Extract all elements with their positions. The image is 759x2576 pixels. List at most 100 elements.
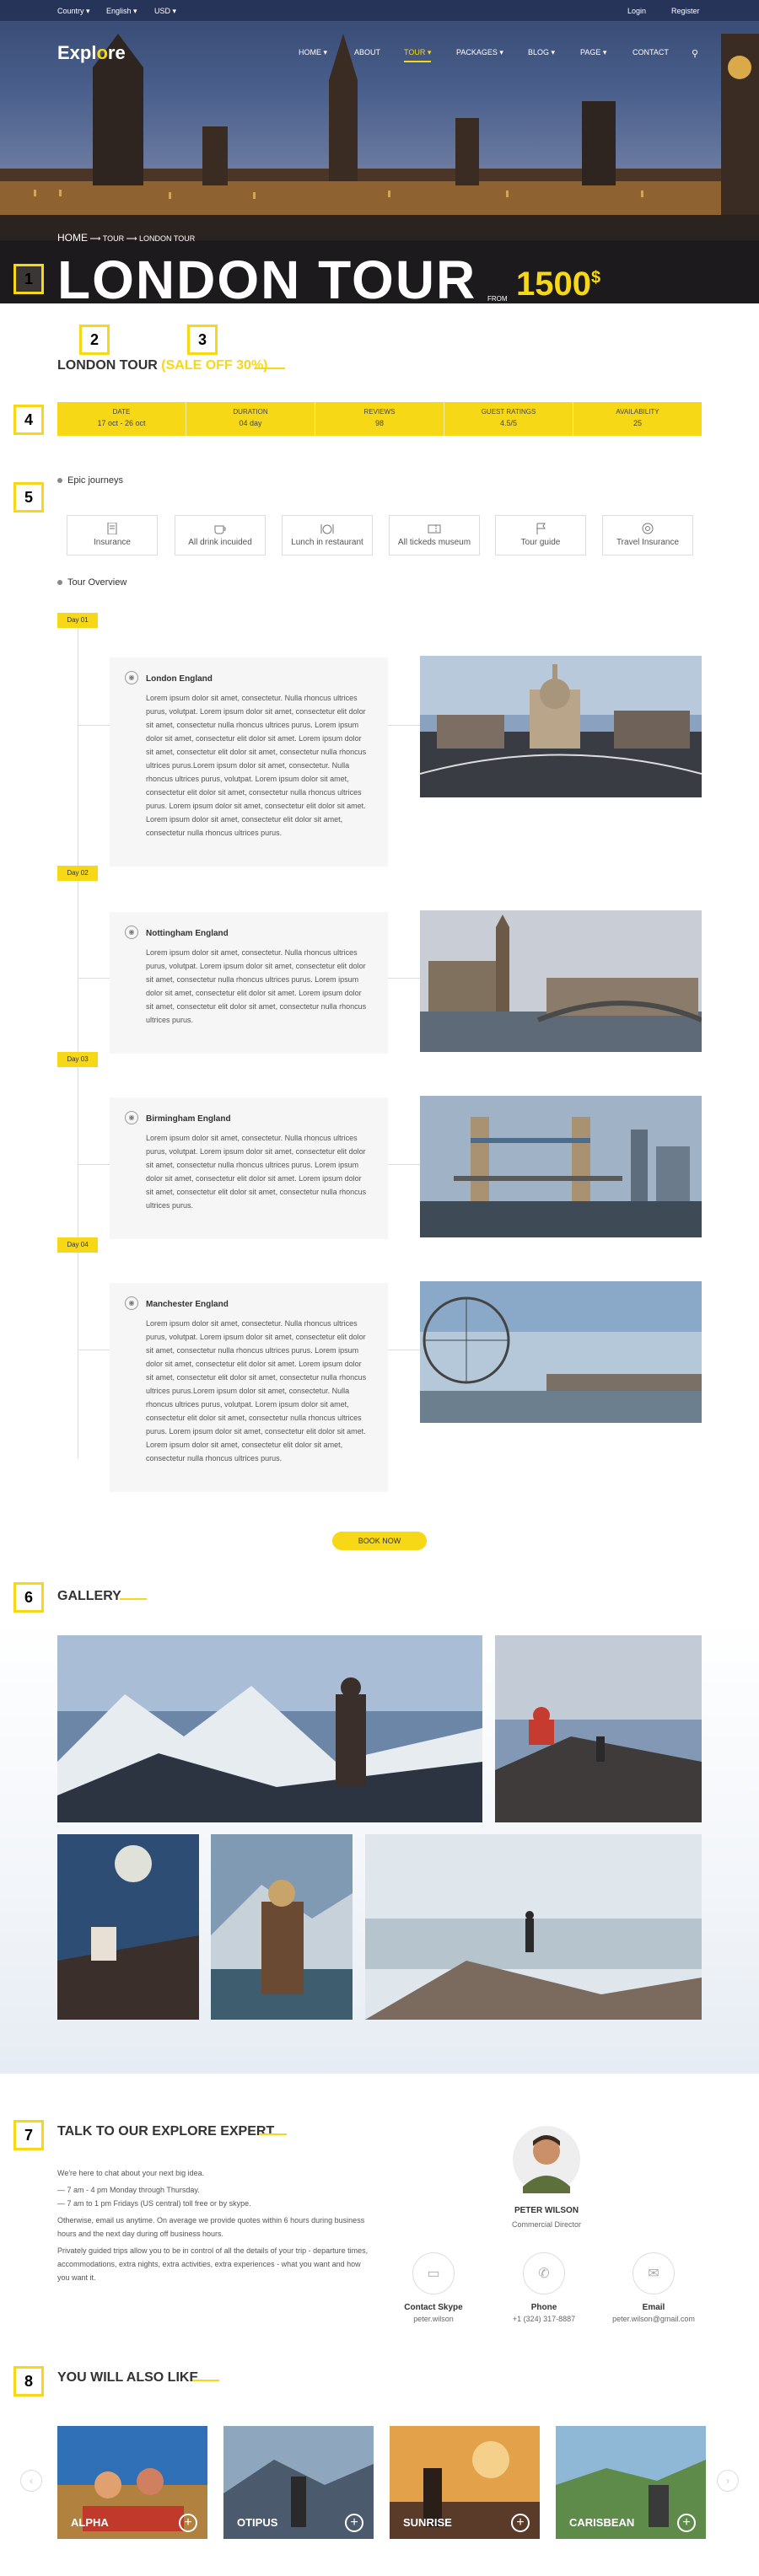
avatar — [513, 2126, 580, 2193]
related-tour-card[interactable]: SUNRISE + — [390, 2426, 540, 2539]
day-badge: Day 03 — [57, 1052, 98, 1067]
title-underline — [192, 2380, 219, 2381]
expert-text: — 7 am - 4 pm Monday through Thursday. — [57, 2186, 200, 2194]
include-museum: All tickeds museum — [389, 515, 480, 555]
include-drinks: All drink incuided — [175, 515, 266, 555]
plus-icon[interactable]: + — [511, 2514, 530, 2532]
email-icon[interactable]: ✉ — [632, 2252, 675, 2294]
day-badge: Day 04 — [57, 1237, 98, 1253]
day-title: Birmingham England — [146, 1114, 231, 1124]
lifebuoy-icon — [642, 523, 654, 534]
annotation-marker-4: 4 — [13, 405, 44, 435]
gallery-title: GALLERY — [57, 1589, 121, 1603]
related-tour-card[interactable]: OTIPUS + — [223, 2426, 374, 2539]
breadcrumb-current: LONDON TOUR — [139, 234, 196, 243]
expert-role: Commercial Director — [511, 2220, 581, 2229]
cup-icon — [214, 525, 226, 534]
nav-blog[interactable]: BLOG ▾ — [528, 48, 555, 57]
day-photo — [420, 656, 702, 797]
location-pin-icon: ◉ — [125, 926, 138, 939]
gallery-image[interactable] — [57, 1635, 482, 1822]
info-date: DATE 17 oct - 26 oct — [57, 402, 186, 436]
day-badge: Day 02 — [57, 866, 98, 881]
arrow-right-icon: ⟶ — [89, 234, 103, 243]
timeline-connector — [388, 978, 420, 979]
timeline-connector — [78, 1164, 110, 1165]
day-description: Lorem ipsum dolor sit amet, consectetur.… — [146, 1134, 367, 1210]
ticket-icon — [428, 524, 441, 534]
related-tour-card[interactable]: ALPHA + — [57, 2426, 207, 2539]
location-pin-icon: ◉ — [125, 1111, 138, 1124]
email-label: Email — [642, 2303, 665, 2312]
gallery-image[interactable] — [495, 1635, 702, 1822]
nav-packages[interactable]: PACKAGES ▾ — [456, 48, 503, 57]
plus-icon[interactable]: + — [345, 2514, 363, 2532]
expert-text: — 7 am to 1 pm Fridays (US central) toll… — [57, 2199, 251, 2208]
timeline-connector — [388, 1164, 420, 1165]
breadcrumb-home[interactable]: HOME — [57, 232, 88, 244]
tour-info-bar: DATE 17 oct - 26 oct DURATION 04 day REVIE… — [57, 402, 702, 436]
info-reviews: REVIEWS 98 — [315, 402, 444, 436]
nav-home[interactable]: HOME ▾ — [299, 48, 327, 57]
hero-banner: Country ▾ English ▾ USD ▾ Login Register… — [0, 0, 759, 303]
skype-value[interactable]: peter.wilson — [383, 2315, 484, 2323]
gallery-image[interactable] — [211, 1834, 353, 2020]
country-select[interactable]: Country ▾ — [57, 7, 90, 16]
language-select[interactable]: English ▾ — [106, 7, 137, 16]
day-title: London England — [146, 674, 213, 684]
nav-tour[interactable]: TOUR ▾ — [404, 48, 432, 62]
info-availability: AVAILABILITY 25 — [616, 408, 659, 427]
day-photo — [420, 910, 702, 1052]
gallery-image[interactable] — [365, 1834, 702, 2020]
day-title: Nottingham England — [146, 929, 229, 938]
timeline-connector — [78, 725, 110, 726]
nav-page[interactable]: PAGE ▾ — [580, 48, 606, 57]
day-card: ◉ Manchester England Lorem ipsum dolor s… — [110, 1283, 388, 1492]
currency-select[interactable]: USD ▾ — [154, 7, 176, 16]
related-tour-card[interactable]: CARISBEAN + — [556, 2426, 706, 2539]
also-like-title: YOU WILL ALSO LIKE — [57, 2370, 199, 2385]
expert-name: PETER WILSON — [514, 2206, 579, 2215]
carousel-next-arrow[interactable]: › — [717, 2470, 739, 2492]
nav-about[interactable]: ABOUT — [354, 48, 380, 56]
tour-card-name: ALPHA — [71, 2516, 109, 2529]
page-title: LONDON TOUR — [57, 250, 477, 303]
register-link[interactable]: Register — [671, 7, 700, 15]
day-description: Lorem ipsum dolor sit amet, consectetur.… — [146, 694, 367, 837]
arrow-right-icon: ⟶ — [126, 234, 140, 243]
carousel-prev-arrow[interactable]: ‹ — [20, 2470, 42, 2492]
skype-icon[interactable]: ▭ — [412, 2252, 455, 2294]
sale-badge: (SALE OFF 30%) — [161, 358, 268, 373]
info-ratings: GUEST RATINGS 4.5/5 — [444, 402, 573, 436]
title-underline — [260, 2133, 287, 2135]
login-link[interactable]: Login — [627, 7, 646, 15]
expert-text: We're here to chat about your next big i… — [57, 2169, 205, 2177]
location-pin-icon: ◉ — [125, 1296, 138, 1310]
annotation-marker-8: 8 — [13, 2366, 44, 2396]
gallery-image[interactable] — [57, 1834, 199, 2020]
book-now-button[interactable]: BOOK NOW — [332, 1532, 427, 1550]
title-underline — [120, 1598, 147, 1600]
plus-icon[interactable]: + — [179, 2514, 197, 2532]
day-description: Lorem ipsum dolor sit amet, consectetur.… — [146, 948, 367, 1024]
day-photo — [420, 1281, 702, 1423]
day-photo — [420, 1096, 702, 1237]
annotation-marker-5: 5 — [13, 482, 44, 513]
tour-overview-heading: Tour Overview — [57, 577, 126, 588]
price-value: 1500$ — [516, 266, 601, 303]
site-logo[interactable]: Explore — [57, 42, 126, 64]
email-value[interactable]: peter.wilson@gmail.com — [603, 2315, 704, 2323]
phone-icon[interactable]: ✆ — [523, 2252, 565, 2294]
expert-text: Privately guided trips allow you to be i… — [57, 2246, 369, 2282]
phone-value[interactable]: +1 (324) 317-8887 — [493, 2315, 595, 2323]
plus-icon[interactable]: + — [677, 2514, 696, 2532]
annotation-marker-2: 2 — [79, 325, 110, 355]
tour-name: LONDON TOUR (SALE OFF 30%) — [57, 358, 268, 373]
restaurant-icon — [320, 524, 334, 534]
day-card: ◉ Birmingham England Lorem ipsum dolor s… — [110, 1097, 388, 1239]
tour-card-name: CARISBEAN — [569, 2516, 635, 2529]
day-card: ◉ London England Lorem ipsum dolor sit a… — [110, 657, 388, 867]
nav-contact[interactable]: CONTACT — [632, 48, 669, 56]
search-icon[interactable]: ⚲ — [692, 48, 698, 59]
breadcrumb-tour[interactable]: TOUR — [103, 234, 124, 243]
